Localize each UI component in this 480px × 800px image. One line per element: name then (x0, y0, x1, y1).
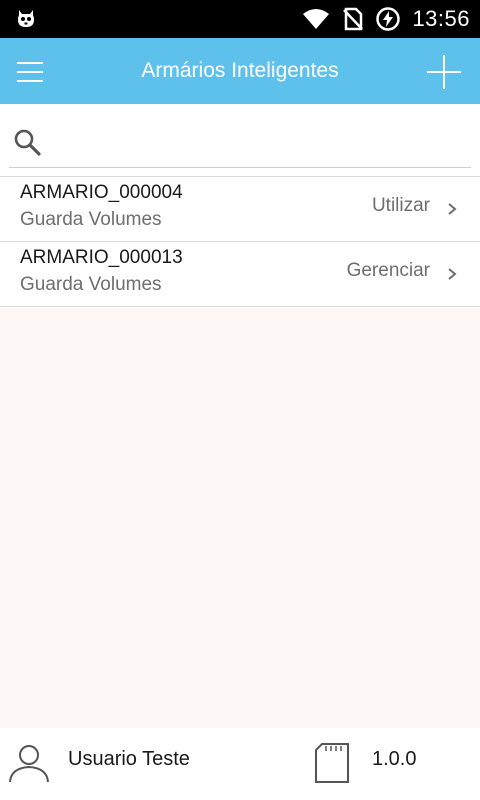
locker-action-label: Utilizar (371, 195, 430, 216)
app-version: 1.0.0 (372, 748, 417, 770)
locker-name: ARMARIO_000004 (20, 182, 183, 203)
locker-action-label: Gerenciar (346, 260, 430, 281)
app-bar: Armários Inteligentes (0, 38, 480, 104)
wifi-icon (303, 9, 330, 29)
list-item[interactable]: ARMARIO_000013 Guarda Volumes Gerenciar (0, 242, 480, 307)
chevron-right-icon (448, 268, 457, 280)
search-input[interactable] (53, 126, 463, 160)
search-area (0, 104, 480, 176)
list-item[interactable]: ARMARIO_000004 Guarda Volumes Utilizar (0, 177, 480, 242)
locker-name: ARMARIO_000013 (20, 247, 183, 268)
page-title: Armários Inteligentes (141, 59, 339, 82)
plus-icon (427, 55, 461, 89)
no-sim-icon (343, 7, 364, 31)
battery-charging-icon (376, 7, 401, 31)
locker-list: ARMARIO_000004 Guarda Volumes Utilizar A… (0, 176, 480, 307)
status-time: 13:56 (412, 6, 470, 31)
hamburger-menu-icon (17, 62, 43, 82)
status-bar: 13:56 (0, 0, 480, 38)
footer: Usuario Teste 1.0.0 (0, 728, 480, 800)
user-icon[interactable] (8, 742, 50, 784)
sd-card-icon (315, 743, 349, 783)
locker-type: Guarda Volumes (20, 209, 162, 230)
search-icon (14, 129, 41, 156)
app-notification-icon (18, 10, 34, 27)
empty-content-area (0, 308, 480, 728)
user-name[interactable]: Usuario Teste (68, 748, 190, 771)
menu-button[interactable] (12, 54, 48, 90)
search-field (9, 122, 471, 168)
locker-type: Guarda Volumes (20, 274, 162, 295)
add-locker-button[interactable] (424, 52, 464, 92)
chevron-right-icon (448, 203, 457, 215)
